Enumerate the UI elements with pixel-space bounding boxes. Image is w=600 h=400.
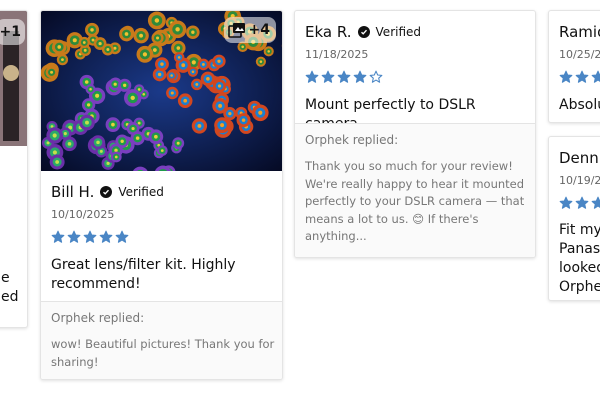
reply-text: wow! Beautiful pictures! Thank you for s… [51,337,275,369]
verified-check-icon [357,26,370,38]
verified-label: Verified [375,25,422,39]
reviewer-name: Bill H. [51,183,95,201]
verified-check-icon [100,186,113,198]
review-title-line: Panaso [559,241,600,257]
review-date: 10/19/20 [559,174,600,187]
reviewer-row: Bill H. Verified [51,183,164,201]
merchant-reply: Orphek replied: Thank you so much for yo… [295,123,535,257]
review-title: e ed [1,269,27,307]
reviewer-row: Ramio [559,23,600,41]
star-filled-icon [575,70,589,83]
star-empty-icon [369,70,383,83]
review-photo[interactable]: +1 [0,11,27,146]
star-filled-icon [115,230,129,243]
review-date: 10/25/20 [559,48,600,61]
review-title: Fit my Panaso looked Orphek [559,221,600,297]
star-filled-icon [99,230,113,243]
photo-count-badge: +1 [0,19,25,45]
review-title-line: e [1,270,10,286]
review-photo[interactable]: +4 [41,11,282,171]
star-filled-icon [51,230,65,243]
verified-label: Verified [118,185,164,199]
review-title: Absolu [559,97,600,113]
reviewer-name: Dennis [559,149,600,167]
reviewer-name: Ramio [559,23,600,41]
review-card-ramio[interactable]: Ramio 10/25/20 Absolu [548,10,600,123]
star-filled-icon [575,196,589,209]
star-filled-icon [305,70,319,83]
reviewer-row: Dennis [559,149,600,167]
review-title-line: ed [1,289,19,305]
star-filled-icon [591,70,600,83]
merchant-reply: Orphek replied: wow! Beautiful pictures!… [41,301,282,379]
reviewer-name: Eka R. [305,23,352,41]
reply-label: Orphek replied: [305,133,399,147]
star-filled-icon [337,70,351,83]
photo-count: +1 [0,24,21,40]
review-title-line: Orphek [559,279,600,295]
star-filled-icon [83,230,97,243]
star-rating [559,70,600,84]
review-date: 10/10/2025 [51,208,115,221]
star-filled-icon [591,196,600,209]
star-filled-icon [559,70,573,83]
review-card-partial-left[interactable]: +1 e ed [0,10,28,328]
review-card-eka[interactable]: Eka R. Verified 11/18/2025 Mount perfect… [294,10,536,258]
star-rating [305,70,383,84]
review-date: 11/18/2025 [305,48,369,61]
reply-text: Thank you so much for your review! We're… [305,159,525,243]
star-filled-icon [321,70,335,83]
star-filled-icon [353,70,367,83]
star-rating [559,196,600,210]
review-card-bill[interactable]: +4 Bill H. Verified 10/10/2025 Great len… [40,10,283,380]
star-filled-icon [67,230,81,243]
review-title: Great lens/filter kit. Highly recommend! [51,257,236,292]
review-title-line: Fit my [559,222,600,238]
review-card-dennis[interactable]: Dennis 10/19/20 Fit my Panaso looked Orp… [548,136,600,301]
reviewer-row: Eka R. Verified [305,23,421,41]
photo-count: +4 [248,22,270,38]
photo-count-badge: +4 [223,17,276,43]
gallery-icon [227,23,245,38]
reply-label: Orphek replied: [51,311,145,325]
review-title-line: looked [559,260,600,276]
star-filled-icon [559,196,573,209]
star-rating [51,230,129,244]
